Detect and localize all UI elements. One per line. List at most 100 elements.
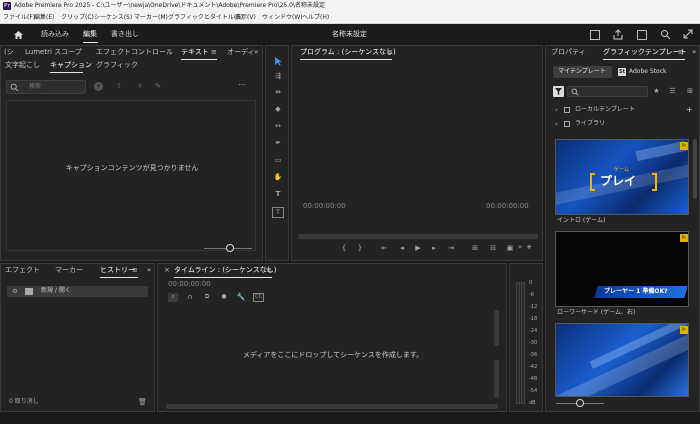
tab-graphics[interactable]: グラフィック — [96, 62, 138, 69]
workspace-icon[interactable] — [590, 30, 600, 40]
menu-item-file[interactable]: ファイル(F) — [3, 15, 35, 21]
tree-checkbox-local[interactable] — [564, 107, 570, 113]
program-monitor-menu-icon[interactable]: ≡ — [387, 49, 393, 56]
slip-tool-icon[interactable]: ↔ — [272, 122, 284, 132]
export-frame-icon[interactable]: ▣ — [505, 244, 515, 252]
tree-item-library[interactable]: ライブラリ — [575, 121, 605, 127]
nest-icon[interactable]: ⌕ — [168, 293, 178, 302]
tab-text[interactable]: テキスト — [181, 49, 209, 56]
search-help-icon[interactable] — [660, 29, 671, 40]
filter-icon[interactable] — [553, 86, 564, 97]
timeline-close-icon[interactable]: × — [164, 267, 170, 274]
edit-pencil-icon[interactable]: ✎ — [153, 82, 163, 91]
zoom-slider-thumb[interactable] — [226, 244, 234, 252]
template-list-scrollbar[interactable] — [693, 139, 697, 199]
tab-history[interactable]: ヒストリー — [100, 267, 135, 274]
step-forward-icon[interactable]: ▸ — [430, 244, 438, 252]
tab-graphics-templates[interactable]: グラフィックテンプレート — [603, 49, 687, 56]
add-marker-icon[interactable]: ● — [219, 293, 229, 302]
tab-effect-controls[interactable]: エフェクトコントロール — [96, 49, 173, 56]
tree-item-local-templates[interactable]: ローカルテンプレート — [575, 107, 635, 113]
extract-icon[interactable]: ⊟ — [488, 244, 498, 252]
tree-checkbox-library[interactable] — [564, 121, 570, 127]
timeline-vscroll-lower[interactable] — [494, 360, 499, 398]
overflow-controls-icon[interactable]: » — [516, 243, 524, 251]
timeline-hscroll[interactable] — [166, 404, 498, 409]
adobe-stock-button[interactable]: St Adobe Stock — [615, 66, 675, 78]
timeline-timecode[interactable]: 00:00:00:00 — [168, 281, 211, 288]
tab-text-menu-icon[interactable]: ≡ — [211, 49, 217, 56]
tab-edit[interactable]: 編集 — [83, 31, 97, 38]
menu-item-view[interactable]: 表示(V) — [235, 15, 256, 21]
selection-tool-icon[interactable] — [273, 56, 283, 66]
razor-tool-icon[interactable]: ◆ — [272, 105, 284, 115]
menu-item-clip[interactable]: クリップ(C) — [61, 15, 94, 21]
linked-selection-icon[interactable]: ⧉ — [202, 293, 212, 302]
tab-audio-partial[interactable]: オーディ — [227, 49, 255, 56]
playhead-timecode[interactable]: 00:00:00:00 — [303, 203, 346, 210]
add-button-icon[interactable]: + — [525, 243, 533, 251]
hand-tool-icon[interactable]: ✋ — [272, 173, 284, 183]
play-icon[interactable]: ▶ — [414, 244, 422, 252]
trash-icon[interactable]: 🗑 — [138, 398, 147, 406]
my-templates-button[interactable]: マイテンプレート — [553, 66, 612, 78]
add-template-icon[interactable]: + — [686, 106, 693, 114]
tab-effects[interactable]: エフェクト — [5, 267, 40, 274]
program-scrub-bar[interactable] — [298, 234, 538, 239]
list-view-icon[interactable]: ☰ — [668, 87, 677, 96]
notifications-icon[interactable] — [637, 30, 647, 40]
tab-source-partial[interactable]: (シ — [4, 49, 14, 56]
add-caption-icon[interactable]: + — [94, 82, 103, 91]
track-select-tool-icon[interactable]: ⇶ — [272, 72, 284, 82]
tab-properties[interactable]: プロパティ — [551, 49, 586, 56]
timeline-vscroll-upper[interactable] — [494, 310, 499, 346]
menu-item-help[interactable]: ヘルプ(H) — [302, 15, 329, 21]
snap-magnet-icon[interactable]: ∩ — [185, 293, 195, 302]
history-overflow-icon[interactable]: » — [147, 267, 151, 274]
graphics-templates-menu-icon[interactable]: ≡ — [678, 49, 684, 56]
favorites-star-icon[interactable]: ★ — [652, 87, 661, 96]
mark-in-icon[interactable]: { — [341, 244, 347, 252]
tab-transcript[interactable]: 文字起こし — [5, 62, 40, 69]
graphics-overflow-icon[interactable]: » — [692, 49, 696, 56]
split-caption-icon[interactable]: ⇟ — [135, 82, 145, 91]
fullscreen-icon[interactable] — [683, 29, 693, 39]
type-tool-icon[interactable]: T — [272, 190, 284, 200]
timeline-settings-icon[interactable]: 🔧 — [236, 293, 246, 302]
tab-lumetri-scopes[interactable]: Lumetri スコープ — [25, 49, 82, 56]
template-thumbnail-lower-third[interactable]: プレーヤー 1 準備OK? Pr — [555, 231, 689, 307]
tab-export[interactable]: 書き出し — [111, 31, 139, 38]
menu-item-marker[interactable]: マーカー(M) — [134, 15, 168, 21]
template-thumbnail-intro[interactable]: ゲーム プレイ Pr — [555, 139, 689, 215]
caption-search-field[interactable]: 検索 — [6, 80, 86, 94]
tab-captions[interactable]: キャプション — [50, 62, 92, 69]
go-to-in-icon[interactable]: ⇤ — [380, 244, 388, 252]
menu-item-edit[interactable]: 編集(E) — [34, 15, 54, 21]
captions-toggle-icon[interactable]: CC — [253, 293, 264, 302]
tab-markers[interactable]: マーカー — [55, 267, 83, 274]
history-menu-icon[interactable]: ≡ — [132, 267, 138, 274]
template-search-field[interactable] — [567, 86, 648, 97]
menu-item-window[interactable]: ウィンドウ(W) — [262, 15, 303, 21]
merge-captions-icon[interactable]: ⇕ — [114, 82, 124, 91]
add-folder-icon[interactable]: ⊞ — [685, 87, 695, 96]
pen-tool-icon[interactable]: ✒ — [272, 139, 284, 149]
mark-out-icon[interactable]: } — [357, 244, 363, 252]
go-to-out-icon[interactable]: ⇥ — [447, 244, 455, 252]
tab-import[interactable]: 読み込み — [41, 31, 69, 38]
menu-item-sequence[interactable]: シーケンス(S) — [94, 15, 132, 21]
ripple-edit-tool-icon[interactable]: ⇹ — [272, 88, 284, 98]
history-list-item[interactable]: ⚙ 新規 / 開く — [7, 286, 148, 297]
quick-export-icon[interactable] — [613, 29, 623, 40]
timeline-menu-icon[interactable]: ≡ — [266, 267, 272, 274]
thumbnail-size-slider-thumb[interactable] — [576, 399, 584, 407]
overflow-chevron-icon[interactable]: » — [254, 49, 258, 56]
more-options-icon[interactable]: ··· — [236, 81, 248, 90]
vertical-type-tool-icon[interactable]: T — [272, 207, 284, 218]
tree-expand-chevron-icon[interactable]: › — [555, 107, 558, 114]
home-icon[interactable] — [13, 30, 24, 40]
template-thumbnail-third[interactable]: Pr — [555, 323, 689, 397]
rectangle-tool-icon[interactable]: ▭ — [272, 156, 284, 166]
lift-icon[interactable]: ⊞ — [470, 244, 480, 252]
menu-item-graphics[interactable]: グラフィックとタイトル(G) — [168, 15, 243, 21]
